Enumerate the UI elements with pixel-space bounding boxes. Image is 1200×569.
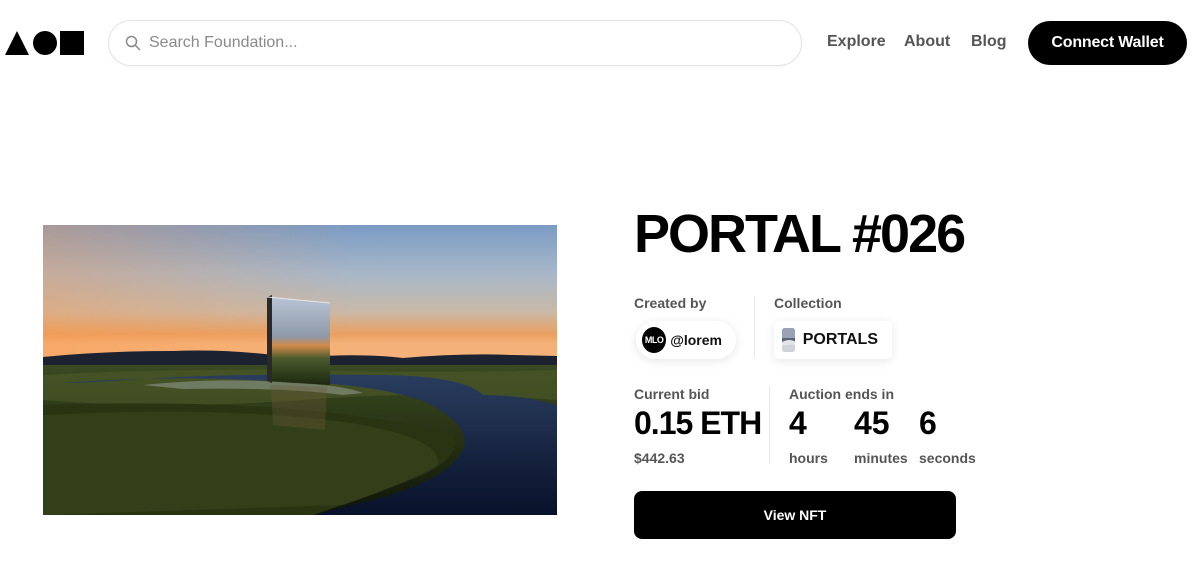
divider xyxy=(769,386,770,464)
countdown-minutes: 45 xyxy=(854,405,890,441)
search-icon xyxy=(125,35,141,51)
nft-artwork-image[interactable] xyxy=(43,225,557,515)
nav-link-blog[interactable]: Blog xyxy=(971,33,1007,51)
collection-name: PORTALS xyxy=(802,331,878,348)
collection-chip[interactable]: PORTALS xyxy=(774,321,892,359)
countdown-seconds-label: seconds xyxy=(919,450,976,466)
countdown-hours-label: hours xyxy=(789,450,828,466)
nft-title: PORTAL #026 xyxy=(634,204,966,264)
auction-ends-label: Auction ends in xyxy=(789,386,894,402)
creator-handle: @lorem xyxy=(670,332,722,348)
collection-thumbnail-icon xyxy=(782,328,795,352)
collection-label: Collection xyxy=(774,295,842,311)
countdown-minutes-label: minutes xyxy=(854,450,908,466)
nav-about[interactable]: About xyxy=(904,33,950,51)
countdown-hours: 4 xyxy=(789,405,807,441)
avatar: MLO xyxy=(642,327,667,353)
divider xyxy=(754,296,755,358)
search-input[interactable] xyxy=(149,34,749,52)
countdown-seconds: 6 xyxy=(919,405,937,441)
current-bid-usd: $442.63 xyxy=(634,450,685,466)
nav-link-explore[interactable]: Explore xyxy=(827,33,886,51)
nav-explore[interactable]: Explore xyxy=(827,33,886,51)
nav-link-about[interactable]: About xyxy=(904,33,950,51)
current-bid-label: Current bid xyxy=(634,386,710,402)
created-by-label: Created by xyxy=(634,295,707,311)
connect-wallet-button[interactable]: Connect Wallet xyxy=(1028,21,1187,65)
foundation-logo-icon[interactable] xyxy=(5,30,85,56)
view-nft-button[interactable]: View NFT xyxy=(634,491,956,539)
current-bid-value: 0.15 ETH xyxy=(634,405,762,441)
search-bar[interactable] xyxy=(108,20,802,66)
creator-chip[interactable]: MLO @lorem xyxy=(636,321,736,359)
nav-blog[interactable]: Blog xyxy=(971,33,1007,51)
